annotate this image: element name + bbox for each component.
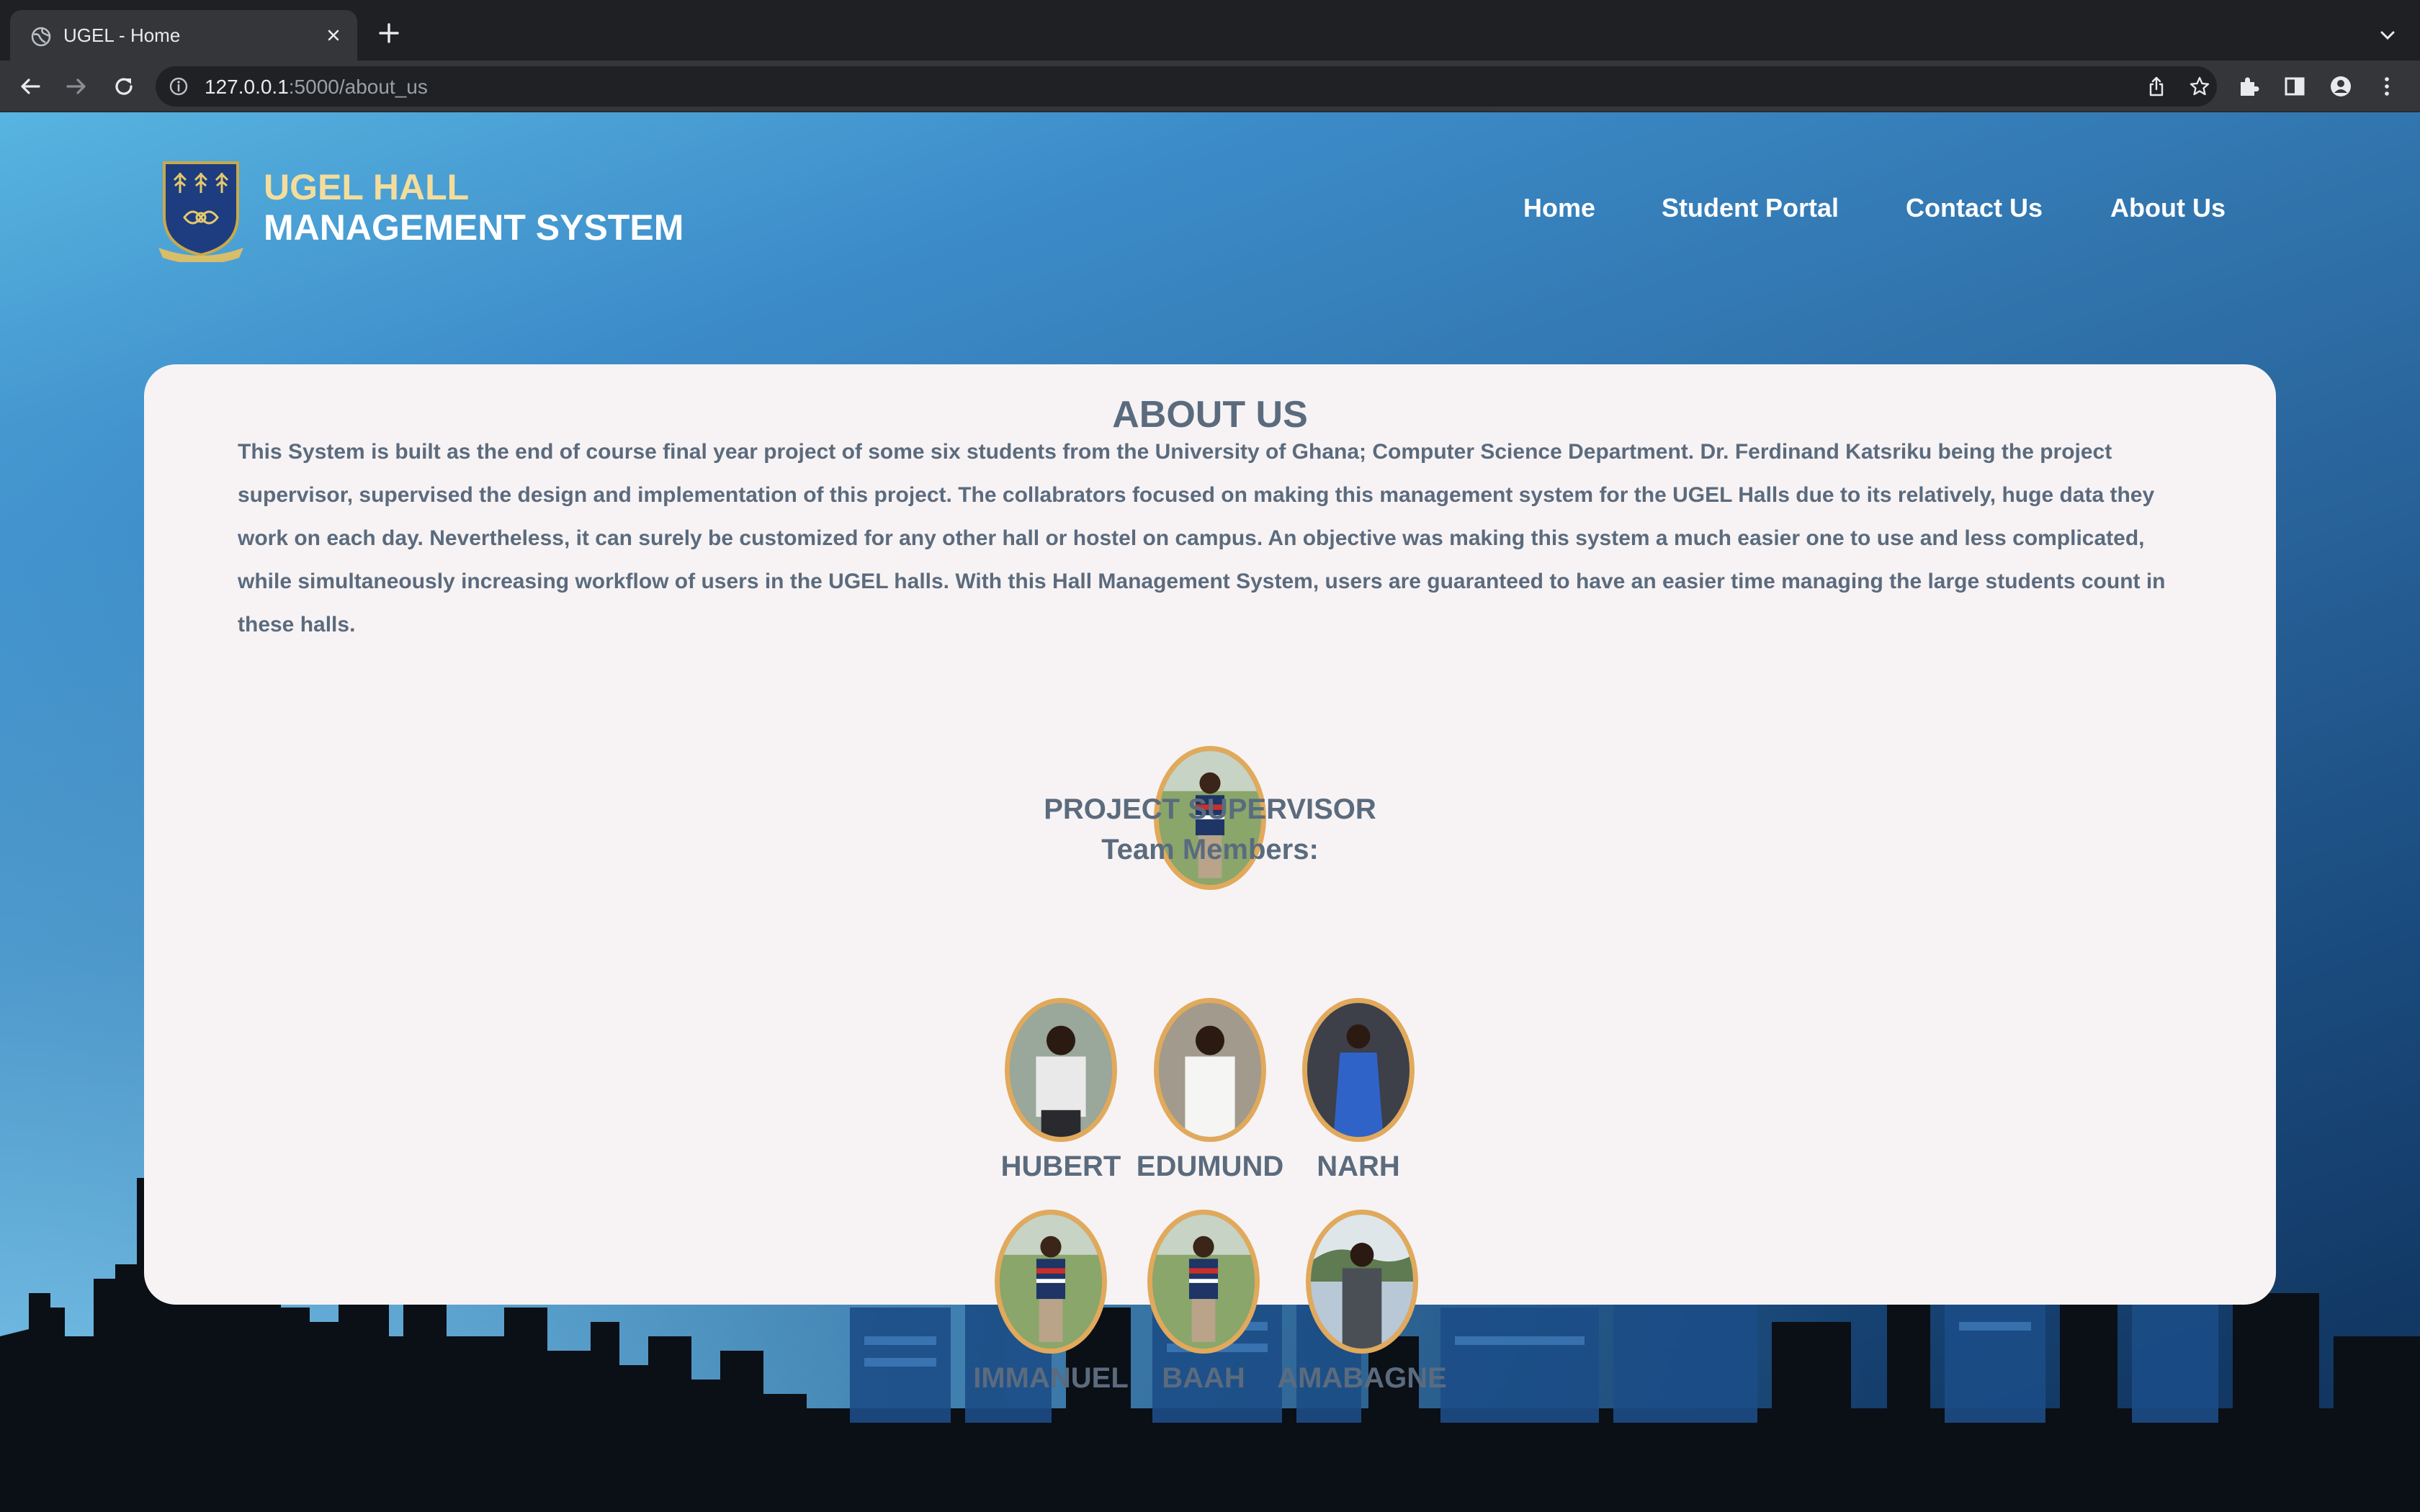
nav-about-us[interactable]: About Us <box>2110 193 2226 223</box>
member-photo-hubert <box>1005 998 1117 1142</box>
supervisor-label: PROJECT SUPERVISOR <box>1044 793 1376 825</box>
about-description: This System is built as the end of cours… <box>238 440 2166 636</box>
info-icon[interactable] <box>169 76 189 96</box>
globe-icon <box>31 27 51 47</box>
share-icon[interactable] <box>2145 75 2168 98</box>
url-text: 127.0.0.1:5000/about_us <box>205 76 428 99</box>
browser-tabstrip: UGEL - Home <box>0 0 2420 60</box>
member-name-narh: NARH <box>1317 1151 1400 1182</box>
url-path: :5000/about_us <box>288 76 428 98</box>
address-bar[interactable]: 127.0.0.1:5000/about_us <box>156 66 2217 107</box>
close-icon[interactable] <box>321 23 346 48</box>
member-photo-immanuel <box>995 1210 1107 1354</box>
member-photo-narh <box>1302 998 1415 1142</box>
chevron-down-icon[interactable] <box>2375 23 2400 48</box>
page-title: ABOUT US <box>1112 394 1308 436</box>
nav-contact-us[interactable]: Contact Us <box>1906 193 2043 223</box>
nav-student-portal[interactable]: Student Portal <box>1662 193 1839 223</box>
team-heading: Team Members: <box>1101 834 1319 865</box>
member-photo-baah <box>1147 1210 1260 1354</box>
new-tab-icon[interactable] <box>375 19 403 48</box>
reload-icon[interactable] <box>109 72 138 101</box>
nav-home[interactable]: Home <box>1523 193 1595 223</box>
forward-arrow-icon[interactable] <box>62 72 91 101</box>
bookmark-star-icon[interactable] <box>2188 75 2211 98</box>
browser-tab[interactable]: UGEL - Home <box>10 10 357 60</box>
side-panel-icon[interactable] <box>2280 72 2309 101</box>
about-card: ABOUT US This System is built as the end… <box>144 364 2276 1394</box>
brand-line-2: MANAGEMENT SYSTEM <box>264 207 684 248</box>
extensions-puzzle-icon[interactable] <box>2234 72 2263 101</box>
page-viewport: UGEL HALL MANAGEMENT SYSTEM Home Student… <box>0 112 2420 1512</box>
member-name-amabagne: AMABAGNE <box>1277 1362 1447 1394</box>
browser-toolbar: 127.0.0.1:5000/about_us <box>0 60 2420 112</box>
brand-line-1: UGEL HALL <box>264 167 470 207</box>
kebab-menu-icon[interactable] <box>2372 72 2401 101</box>
url-host: 127.0.0.1 <box>205 76 289 98</box>
back-arrow-icon[interactable] <box>16 72 45 101</box>
university-crest-logo <box>158 161 243 262</box>
profile-icon[interactable] <box>2326 72 2355 101</box>
tab-title: UGEL - Home <box>63 24 181 46</box>
brand-title[interactable]: UGEL HALL MANAGEMENT SYSTEM <box>264 167 684 248</box>
member-photo-edumund <box>1154 998 1266 1142</box>
member-photo-amabagne <box>1306 1210 1418 1354</box>
